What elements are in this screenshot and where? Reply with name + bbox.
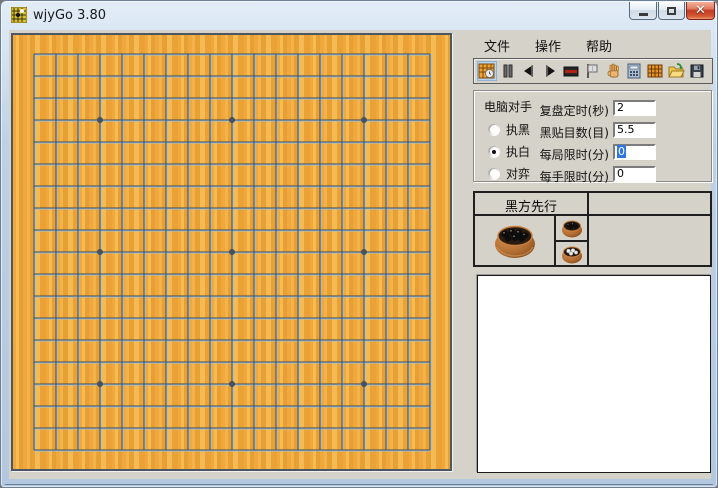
field-label: 复盘定时(秒) <box>540 102 609 119</box>
save-disk-icon <box>688 62 706 80</box>
maximize-icon <box>667 7 676 15</box>
move-list-panel[interactable] <box>477 275 711 473</box>
open-file-button[interactable] <box>666 61 686 81</box>
menubar: 文件 操作 帮助 <box>480 35 616 56</box>
step-back-button[interactable] <box>519 61 539 81</box>
field-row-replay-timer: 复盘定时(秒) 2 <box>474 100 713 116</box>
client-area: 文件 操作 帮助 <box>9 30 711 479</box>
small-white-stones-bowl <box>560 243 584 265</box>
stop-icon <box>562 62 580 80</box>
step-forward-button[interactable] <box>540 61 560 81</box>
komi-input[interactable]: 5.5 <box>613 122 656 138</box>
divider <box>554 240 589 242</box>
field-row-komi: 黑贴目数(目) 5.5 <box>474 122 713 138</box>
app-window: wjyGo 3.80 ✕ 文件 操作 帮助 <box>0 0 718 488</box>
pause-button[interactable] <box>498 61 518 81</box>
field-label: 每手限时(分) <box>540 168 609 185</box>
minimize-button[interactable] <box>629 2 657 20</box>
flag-icon <box>583 62 601 80</box>
field-row-move-time-limit: 每手限时(分) 0 <box>474 166 713 182</box>
save-file-button[interactable] <box>687 61 707 81</box>
field-label: 黑贴目数(目) <box>540 124 609 141</box>
close-icon: ✕ <box>695 4 706 17</box>
maximize-button[interactable] <box>658 2 685 20</box>
field-label: 每局限时(分) <box>540 146 609 163</box>
board-grid <box>13 35 450 469</box>
window-title: wjyGo 3.80 <box>33 8 106 23</box>
field-row-game-time-limit: 每局限时(分) 0 <box>474 144 713 160</box>
count-calculator-icon <box>625 62 643 80</box>
settings-groupbox: 电脑对手 执黑 执白 对弈 复盘定时(秒) 2 黑贴目数(目) 5.5 <box>473 90 712 182</box>
small-black-stones-bowl <box>560 217 584 239</box>
status-table: 黑方先行 <box>473 191 712 267</box>
game-time-limit-input[interactable]: 0 <box>613 144 656 160</box>
pass-hand-icon <box>604 62 622 80</box>
open-folder-icon <box>667 62 685 80</box>
divider <box>587 193 589 265</box>
go-board[interactable] <box>11 33 452 471</box>
board-settings-button[interactable] <box>645 61 665 81</box>
big-black-stones-bowl <box>491 219 539 261</box>
menu-help[interactable]: 帮助 <box>582 35 616 56</box>
close-button[interactable]: ✕ <box>686 2 715 20</box>
flag-button[interactable] <box>582 61 602 81</box>
board-grid-icon <box>646 62 664 80</box>
minimize-icon <box>639 13 648 16</box>
count-button[interactable] <box>624 61 644 81</box>
menu-file[interactable]: 文件 <box>480 35 514 56</box>
new-game-icon <box>478 62 496 80</box>
app-icon <box>11 7 27 23</box>
stop-button[interactable] <box>561 61 581 81</box>
titlebar[interactable]: wjyGo 3.80 ✕ <box>1 1 717 30</box>
step-forward-icon <box>541 62 559 80</box>
new-game-button[interactable] <box>477 61 497 81</box>
step-back-icon <box>520 62 538 80</box>
move-time-limit-input[interactable]: 0 <box>613 166 656 182</box>
menu-operation[interactable]: 操作 <box>531 35 565 56</box>
toolbar <box>473 58 713 84</box>
pass-hand-button[interactable] <box>603 61 623 81</box>
turn-indicator: 黑方先行 <box>475 196 587 215</box>
replay-timer-input[interactable]: 2 <box>613 100 656 116</box>
pause-icon <box>499 62 517 80</box>
